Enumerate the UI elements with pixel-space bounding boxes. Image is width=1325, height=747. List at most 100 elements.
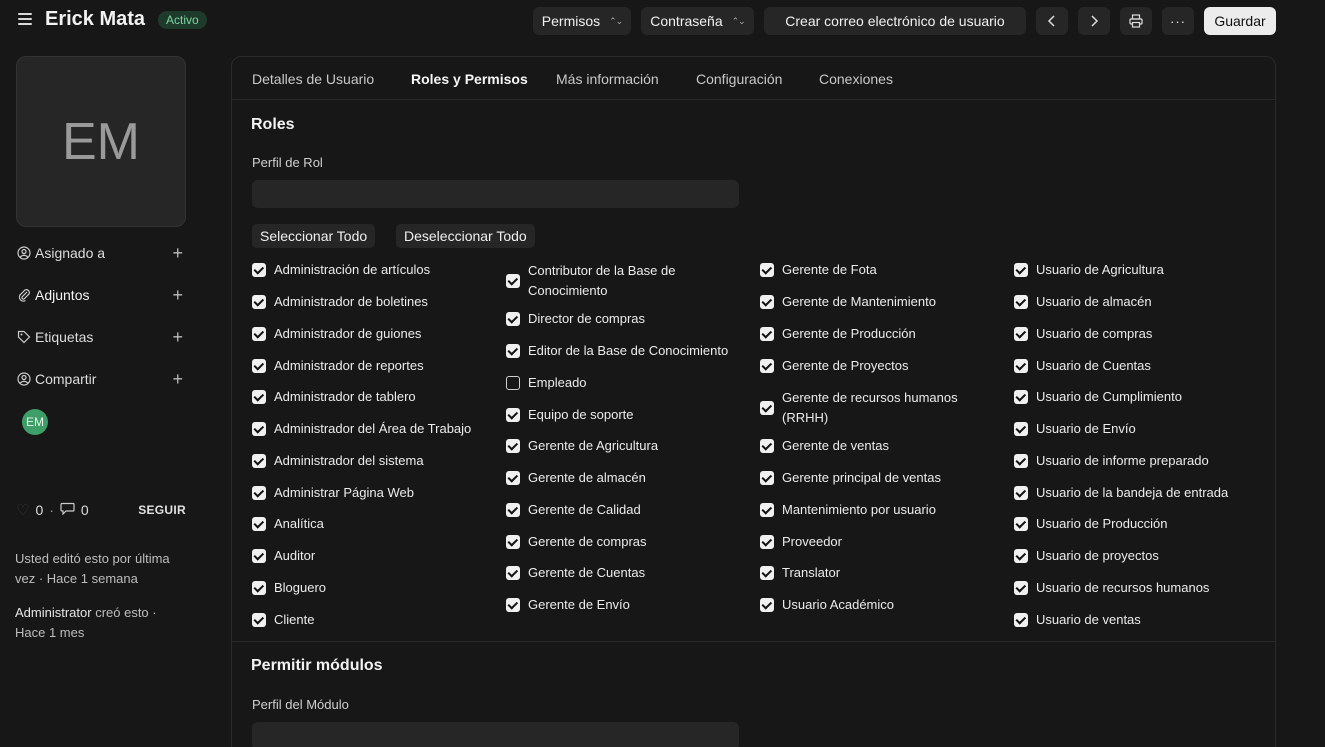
role-checkbox-row[interactable]: Gerente de recursos humanos (RRHH) <box>760 388 960 428</box>
checkbox-checked-icon[interactable] <box>1014 327 1028 341</box>
checkbox-checked-icon[interactable] <box>1014 390 1028 404</box>
checkbox-checked-icon[interactable] <box>760 598 774 612</box>
role-checkbox-row[interactable]: Usuario de Producción <box>1014 514 1168 534</box>
deselect-all-button[interactable]: Deseleccionar Todo <box>396 224 535 248</box>
role-checkbox-row[interactable]: Gerente de Fota <box>760 260 877 280</box>
role-checkbox-row[interactable]: Usuario de Cuentas <box>1014 356 1151 376</box>
role-checkbox-row[interactable]: Usuario de Envío <box>1014 419 1136 439</box>
role-checkbox-row[interactable]: Equipo de soporte <box>506 405 634 425</box>
checkbox-checked-icon[interactable] <box>760 295 774 309</box>
role-checkbox-row[interactable]: Usuario de recursos humanos <box>1014 578 1209 598</box>
role-checkbox-row[interactable]: Mantenimiento por usuario <box>760 500 936 520</box>
role-checkbox-row[interactable]: Administrador de boletines <box>252 292 428 312</box>
user-avatar[interactable]: EM <box>16 56 186 227</box>
checkbox-checked-icon[interactable] <box>760 503 774 517</box>
checkbox-checked-icon[interactable] <box>252 327 266 341</box>
comment-icon[interactable] <box>60 502 75 518</box>
checkbox-checked-icon[interactable] <box>760 401 774 415</box>
checkbox-checked-icon[interactable] <box>252 517 266 531</box>
tab-connections[interactable]: Conexiones <box>819 71 893 87</box>
checkbox-checked-icon[interactable] <box>1014 549 1028 563</box>
checkbox-checked-icon[interactable] <box>252 263 266 277</box>
tab-more-info[interactable]: Más información <box>556 71 659 87</box>
role-checkbox-row[interactable]: Translator <box>760 563 840 583</box>
checkbox-checked-icon[interactable] <box>760 359 774 373</box>
role-checkbox-row[interactable]: Administración de artículos <box>252 260 430 280</box>
more-options-button[interactable]: ··· <box>1162 7 1194 35</box>
plus-icon[interactable]: + <box>172 327 183 348</box>
role-checkbox-row[interactable]: Gerente de Calidad <box>506 500 641 520</box>
sidebar-assigned-to[interactable]: Asignado a + <box>17 242 183 264</box>
role-checkbox-row[interactable]: Gerente de compras <box>506 532 647 552</box>
checkbox-checked-icon[interactable] <box>1014 581 1028 595</box>
activity-actor[interactable]: Administrator <box>15 605 92 620</box>
checkbox-checked-icon[interactable] <box>506 471 520 485</box>
checkbox-checked-icon[interactable] <box>1014 517 1028 531</box>
checkbox-checked-icon[interactable] <box>252 486 266 500</box>
menu-icon[interactable] <box>18 13 32 27</box>
print-button[interactable] <box>1120 7 1152 35</box>
checkbox-checked-icon[interactable] <box>1014 263 1028 277</box>
role-checkbox-row[interactable]: Usuario de proyectos <box>1014 546 1159 566</box>
role-checkbox-row[interactable]: Director de compras <box>506 309 645 329</box>
checkbox-checked-icon[interactable] <box>760 263 774 277</box>
checkbox-checked-icon[interactable] <box>506 598 520 612</box>
role-checkbox-row[interactable]: Usuario de ventas <box>1014 610 1141 630</box>
role-checkbox-row[interactable]: Proveedor <box>760 532 842 552</box>
role-checkbox-row[interactable]: Analítica <box>252 514 324 534</box>
role-checkbox-row[interactable]: Gerente principal de ventas <box>760 468 941 488</box>
checkbox-checked-icon[interactable] <box>506 535 520 549</box>
role-checkbox-row[interactable]: Gerente de ventas <box>760 436 889 456</box>
plus-icon[interactable]: + <box>172 369 183 390</box>
tab-roles-permissions[interactable]: Roles y Permisos <box>411 71 528 87</box>
role-checkbox-row[interactable]: Usuario de informe preparado <box>1014 451 1209 471</box>
role-checkbox-row[interactable]: Cliente <box>252 610 314 630</box>
checkbox-checked-icon[interactable] <box>1014 295 1028 309</box>
permissions-dropdown[interactable]: Permisos ⌃⌄ <box>533 7 631 35</box>
checkbox-checked-icon[interactable] <box>760 471 774 485</box>
role-checkbox-row[interactable]: Gerente de Envío <box>506 595 630 615</box>
role-checkbox-row[interactable]: Administrador del Área de Trabajo <box>252 419 471 439</box>
shared-user-avatar[interactable]: EM <box>22 409 48 435</box>
role-checkbox-row[interactable]: Administrador del sistema <box>252 451 424 471</box>
checkbox-checked-icon[interactable] <box>252 359 266 373</box>
checkbox-checked-icon[interactable] <box>760 535 774 549</box>
role-checkbox-row[interactable]: Administrador de guiones <box>252 324 421 344</box>
checkbox-checked-icon[interactable] <box>506 344 520 358</box>
checkbox-checked-icon[interactable] <box>252 422 266 436</box>
role-checkbox-row[interactable]: Empleado <box>506 373 587 393</box>
tab-settings[interactable]: Configuración <box>696 71 782 87</box>
checkbox-checked-icon[interactable] <box>760 327 774 341</box>
tab-user-details[interactable]: Detalles de Usuario <box>252 71 374 87</box>
checkbox-checked-icon[interactable] <box>506 503 520 517</box>
role-checkbox-row[interactable]: Administrar Página Web <box>252 483 414 503</box>
checkbox-checked-icon[interactable] <box>252 390 266 404</box>
checkbox-checked-icon[interactable] <box>252 295 266 309</box>
checkbox-checked-icon[interactable] <box>252 454 266 468</box>
checkbox-unchecked-icon[interactable] <box>506 376 520 390</box>
checkbox-checked-icon[interactable] <box>1014 359 1028 373</box>
role-checkbox-row[interactable]: Usuario de la bandeja de entrada <box>1014 483 1228 503</box>
heart-icon[interactable]: ♡ <box>16 501 29 519</box>
follow-button[interactable]: SEGUIR <box>138 503 186 517</box>
plus-icon[interactable]: + <box>172 285 183 306</box>
role-checkbox-row[interactable]: Administrador de reportes <box>252 356 424 376</box>
next-button[interactable] <box>1078 7 1110 35</box>
role-checkbox-row[interactable]: Usuario de almacén <box>1014 292 1152 312</box>
checkbox-checked-icon[interactable] <box>1014 422 1028 436</box>
checkbox-checked-icon[interactable] <box>760 439 774 453</box>
create-email-button[interactable]: Crear correo electrónico de usuario <box>764 7 1026 35</box>
role-checkbox-row[interactable]: Usuario Académico <box>760 595 894 615</box>
role-checkbox-row[interactable]: Usuario de compras <box>1014 324 1152 344</box>
password-dropdown[interactable]: Contraseña ⌃⌄ <box>641 7 754 35</box>
role-checkbox-row[interactable]: Bloguero <box>252 578 326 598</box>
save-button[interactable]: Guardar <box>1204 7 1276 35</box>
sidebar-attachments[interactable]: Adjuntos + <box>17 284 183 306</box>
checkbox-checked-icon[interactable] <box>252 581 266 595</box>
role-checkbox-row[interactable]: Contributor de la Base de Conocimiento <box>506 261 744 301</box>
checkbox-checked-icon[interactable] <box>506 408 520 422</box>
role-checkbox-row[interactable]: Gerente de Mantenimiento <box>760 292 936 312</box>
checkbox-checked-icon[interactable] <box>506 439 520 453</box>
checkbox-checked-icon[interactable] <box>506 312 520 326</box>
checkbox-checked-icon[interactable] <box>1014 613 1028 627</box>
